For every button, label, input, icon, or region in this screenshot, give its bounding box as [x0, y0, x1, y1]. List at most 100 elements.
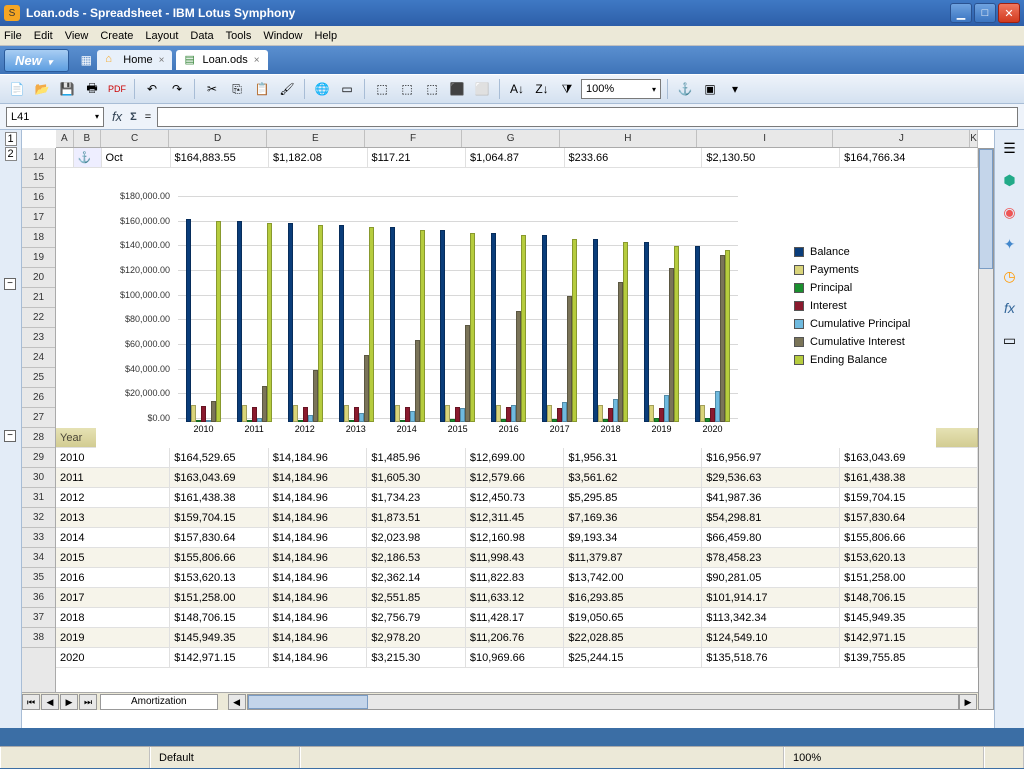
redo-icon[interactable]: ↷	[166, 78, 188, 100]
outline-collapse-2[interactable]: −	[4, 430, 16, 442]
cell[interactable]: $164,766.34	[840, 148, 978, 167]
cell[interactable]: $145,949.35	[170, 628, 269, 647]
cell[interactable]: $155,806.66	[170, 548, 269, 567]
toggle1-icon[interactable]: ⬚	[371, 78, 393, 100]
cell[interactable]: $16,956.97	[702, 448, 840, 467]
hscroll-left[interactable]: ◀	[228, 694, 246, 710]
row-header-18[interactable]: 18	[22, 228, 55, 248]
cell[interactable]: $78,458.23	[702, 548, 840, 567]
cell[interactable]: $2,978.20	[367, 628, 466, 647]
cell[interactable]: $19,050.65	[564, 608, 702, 627]
cell[interactable]: $14,184.96	[269, 648, 368, 667]
cell[interactable]: $159,704.15	[840, 488, 978, 507]
row-header-27[interactable]: 27	[22, 408, 55, 428]
cell[interactable]: $11,822.83	[466, 568, 565, 587]
col-header-F[interactable]: F	[365, 130, 463, 147]
cell[interactable]: $101,914.17	[702, 588, 840, 607]
row-header-15[interactable]: 15	[22, 168, 55, 188]
close-button[interactable]: ✕	[998, 3, 1020, 23]
cell[interactable]: $124,549.10	[702, 628, 840, 647]
cell[interactable]: $22,028.85	[564, 628, 702, 647]
cell[interactable]: $163,043.69	[840, 448, 978, 467]
cell[interactable]: $3,561.62	[564, 468, 702, 487]
cell[interactable]: $2,023.98	[367, 528, 466, 547]
cell[interactable]: $12,311.45	[466, 508, 565, 527]
cell[interactable]: $2,551.85	[367, 588, 466, 607]
cell[interactable]: $9,193.34	[564, 528, 702, 547]
cell[interactable]: $11,428.17	[466, 608, 565, 627]
cell[interactable]: 2013	[56, 508, 170, 527]
row-header-34[interactable]: 34	[22, 548, 55, 568]
outline-collapse-1[interactable]: −	[4, 278, 16, 290]
print-icon[interactable]: 🖶	[81, 78, 103, 100]
cell[interactable]: $142,971.15	[840, 628, 978, 647]
function-wizard-icon[interactable]: fx	[112, 109, 122, 124]
cell[interactable]: $16,293.85	[564, 588, 702, 607]
row-header-20[interactable]: 20	[22, 268, 55, 288]
cell[interactable]: $12,699.00	[466, 448, 565, 467]
cell[interactable]: $14,184.96	[269, 448, 368, 467]
col-header-C[interactable]: C	[101, 130, 169, 147]
col-header-H[interactable]: H	[560, 130, 697, 147]
outline-level-2[interactable]: 2	[5, 147, 17, 161]
equals-icon[interactable]: =	[145, 111, 151, 123]
cell[interactable]: $14,184.96	[269, 468, 368, 487]
new-doc-icon[interactable]: 📄	[6, 78, 28, 100]
save-icon[interactable]: 💾	[56, 78, 78, 100]
row-header-28[interactable]: 28	[22, 428, 55, 448]
hscroll-right[interactable]: ▶	[959, 694, 977, 710]
cell[interactable]: $14,184.96	[269, 628, 368, 647]
cell[interactable]: $14,184.96	[269, 508, 368, 527]
gallery-icon[interactable]: ◉	[1000, 202, 1020, 222]
cell[interactable]: $7,169.36	[564, 508, 702, 527]
format-paint-icon[interactable]: 🖌	[276, 78, 298, 100]
cell[interactable]: $12,450.73	[466, 488, 565, 507]
paste-icon[interactable]: 📋	[251, 78, 273, 100]
minimize-button[interactable]: ▁	[950, 3, 972, 23]
menu-view[interactable]: View	[65, 30, 89, 42]
anchor-icon[interactable]: ⚓	[674, 78, 696, 100]
col-header-K[interactable]: K	[970, 130, 978, 147]
cell[interactable]: 2012	[56, 488, 170, 507]
toggle3-icon[interactable]: ⬚	[421, 78, 443, 100]
cell[interactable]: $1,734.23	[367, 488, 466, 507]
cell[interactable]: $14,184.96	[269, 548, 368, 567]
row-header-22[interactable]: 22	[22, 308, 55, 328]
cell[interactable]: $163,043.69	[170, 468, 269, 487]
cell[interactable]: $11,633.12	[466, 588, 565, 607]
menu-tools[interactable]: Tools	[226, 30, 252, 42]
cell[interactable]: $159,704.15	[170, 508, 269, 527]
cell[interactable]: $12,160.98	[466, 528, 565, 547]
sheet-nav-last[interactable]: ⏭	[79, 694, 97, 710]
sheet-nav-next[interactable]: ▶	[60, 694, 78, 710]
cell[interactable]: $14,184.96	[269, 588, 368, 607]
cell[interactable]: $153,620.13	[170, 568, 269, 587]
cell[interactable]: $151,258.00	[840, 568, 978, 587]
sort-asc-icon[interactable]: A↓	[506, 78, 528, 100]
vertical-scrollbar[interactable]	[978, 148, 994, 710]
template-icon[interactable]: ▭	[336, 78, 358, 100]
styles-icon[interactable]: ⬢	[1000, 170, 1020, 190]
cell[interactable]: $233.66	[565, 148, 703, 167]
cell[interactable]: $11,206.76	[466, 628, 565, 647]
cell[interactable]: $13,742.00	[564, 568, 702, 587]
cell[interactable]: $25,244.15	[564, 648, 702, 667]
cell[interactable]: $90,281.05	[702, 568, 840, 587]
cell[interactable]: $2,186.53	[367, 548, 466, 567]
cell[interactable]: $145,949.35	[840, 608, 978, 627]
cell[interactable]: $29,536.63	[702, 468, 840, 487]
cell[interactable]: 2014	[56, 528, 170, 547]
cells-area[interactable]: ⚓ Oct $164,883.55 $1,182.08 $117.21 $1,0…	[56, 148, 978, 710]
filter-icon[interactable]: ⧩	[556, 78, 578, 100]
functions-icon[interactable]: fx	[1000, 298, 1020, 318]
cell[interactable]: 2015	[56, 548, 170, 567]
cell[interactable]: $157,830.64	[840, 508, 978, 527]
tab-home[interactable]: ⌂ Home ×	[97, 50, 172, 70]
horizontal-scrollbar[interactable]: ◀ ▶	[228, 694, 978, 710]
cell[interactable]: $1,605.30	[367, 468, 466, 487]
cell[interactable]: $1,485.96	[367, 448, 466, 467]
menu-edit[interactable]: Edit	[34, 30, 53, 42]
more-icon[interactable]: ▾	[724, 78, 746, 100]
cell[interactable]: $157,830.64	[170, 528, 269, 547]
row-header-21[interactable]: 21	[22, 288, 55, 308]
